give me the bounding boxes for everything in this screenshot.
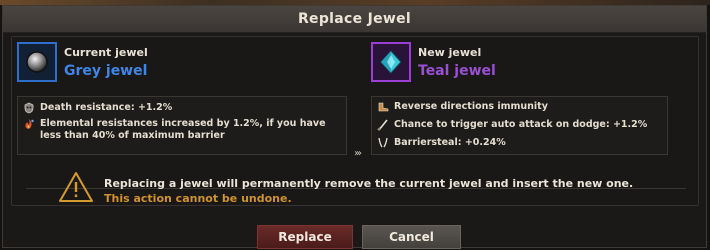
stat-text: Reverse directions immunity [394,101,548,112]
boot-icon [376,101,390,113]
replace-jewel-dialog: Replace Jewel Current jewel Grey jewel D… [2,5,707,249]
warning-note: This action cannot be undone. [104,192,292,205]
stat-text: Barriersteal: +0.24% [394,137,506,148]
current-jewel-label: Current jewel [64,46,148,59]
teal-crystal-icon [380,50,402,74]
stat-row: Reverse directions immunity [376,101,661,113]
warning-message: Replacing a jewel will permanently remov… [104,177,634,190]
stat-text: Elemental resistances increased by 1.2%,… [40,118,326,141]
new-jewel-label: New jewel [418,46,482,59]
current-jewel-name: Grey jewel [64,63,148,79]
grey-orb-icon [26,51,48,73]
current-jewel-header: Current jewel Grey jewel [17,42,148,82]
warning-triangle-icon [58,171,94,207]
new-jewel-header: New jewel Teal jewel [371,42,496,82]
dialog-titlebar: Replace Jewel [3,6,706,33]
dialog-title: Replace Jewel [297,11,412,27]
elemental-flame-icon [22,118,36,130]
warning-text: Replacing a jewel will permanently remov… [104,176,633,206]
cancel-button[interactable]: Cancel [362,225,461,249]
fang-icon [376,137,390,149]
replace-button[interactable]: Replace [257,225,353,249]
stat-row: Chance to trigger auto attack on dodge: … [376,119,661,131]
stat-row: Death resistance: +1.2% [22,102,340,114]
stat-text: Chance to trigger auto attack on dodge: … [394,119,648,130]
current-jewel-stats: Death resistance: +1.2% Elemental resist… [17,96,347,155]
stat-row: Barriersteal: +0.24% [376,137,661,149]
slash-icon [376,119,390,131]
current-jewel-slot [17,42,57,82]
new-jewel-stats: Reverse directions immunity Chance to tr… [371,96,668,155]
stat-row: Elemental resistances increased by 1.2%,… [22,118,340,142]
stat-text: Death resistance: +1.2% [40,102,173,113]
replace-arrows: ››› [354,148,362,159]
new-jewel-name: Teal jewel [418,63,496,79]
skull-shield-icon [22,102,36,114]
new-jewel-slot [371,42,411,82]
